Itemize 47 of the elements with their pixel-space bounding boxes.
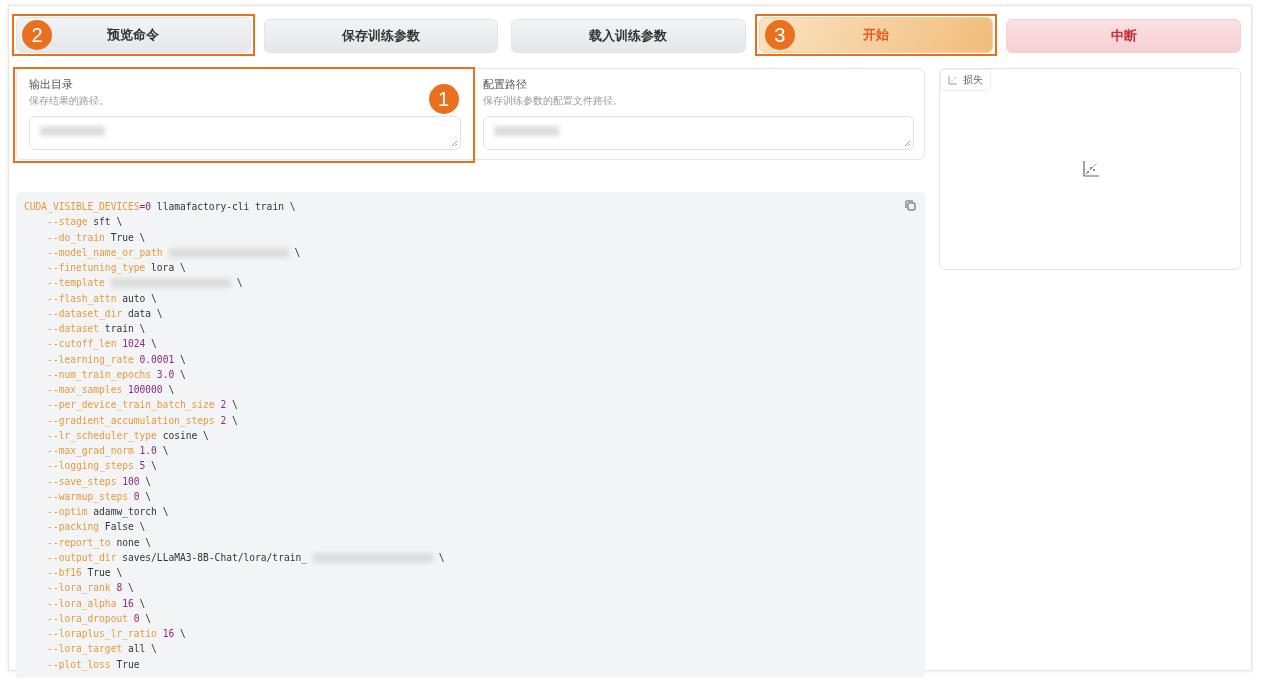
- field-hint: 保存结果的路径。: [29, 94, 109, 108]
- code-line: --stage sft \: [46, 215, 123, 230]
- code-line: --per_device_train_batch_size 2 \: [46, 398, 238, 413]
- field-label: 配置路径: [482, 77, 527, 92]
- code-line: --learning_rate 0.0001 \: [46, 352, 186, 367]
- field-label: 输出目录: [29, 77, 73, 92]
- code-line: CUDA_VISIBLE_DEVICES=0 llamafactory-cli train \: [24, 200, 296, 215]
- code-line: --lr_scheduler_type cosine \: [46, 428, 209, 443]
- resize-grip-icon[interactable]: [904, 140, 911, 147]
- text-area[interactable]: [482, 116, 914, 150]
- text-area[interactable]: [29, 116, 461, 150]
- copy-icon[interactable]: [905, 200, 916, 211]
- action-button[interactable]: 中断: [1006, 19, 1241, 53]
- resize-grip-icon[interactable]: [450, 140, 458, 147]
- code-line: --model_name_or_path \: [46, 245, 301, 260]
- code-line: --finetuning_type lora \: [46, 261, 186, 276]
- code-line: --loraplus_lr_ratio 16 \: [46, 627, 186, 642]
- code-line: --packing False \: [46, 520, 146, 535]
- code-line: --lora_target all \: [46, 642, 157, 657]
- code-line: --plot_loss True: [46, 657, 140, 672]
- action-button[interactable]: 保存训练参数: [263, 19, 499, 53]
- code-line: --flash_attn auto \: [46, 291, 157, 306]
- action-button[interactable]: 载入训练参数: [511, 19, 746, 53]
- code-line: --do_train True \: [46, 230, 146, 245]
- code-line: --save_steps 100 \: [46, 474, 152, 489]
- code-line: --lora_dropout 0 \: [46, 611, 152, 626]
- code-line: --cutoff_len 1024 \: [46, 337, 157, 352]
- field-hint: 保存训练参数的配置文件路径。: [482, 94, 623, 108]
- code-line: --max_samples 100000 \: [46, 383, 175, 398]
- code-line: --num_train_epochs 3.0 \: [46, 367, 186, 382]
- code-line: --bf16 True \: [46, 566, 123, 580]
- code-line: --logging_steps 5 \: [46, 459, 157, 474]
- code-line: --lora_rank 8 \: [46, 581, 134, 596]
- code-line: --dataset_dir data \: [46, 306, 163, 321]
- code-line: --gradient_accumulation_steps 2 \: [46, 413, 238, 428]
- plot-title: 损失: [963, 73, 983, 87]
- code-line: --max_grad_norm 1.0 \: [46, 444, 169, 459]
- code-line: --report_to none \: [46, 535, 152, 550]
- code-line: --warmup_steps 0 \: [46, 489, 152, 504]
- step-badge: 1: [428, 84, 459, 114]
- code-line: --template \: [46, 276, 243, 291]
- empty-chart-icon: [1082, 160, 1100, 178]
- chart-icon: [948, 75, 958, 85]
- code-line: --optim adamw_torch \: [46, 505, 169, 520]
- code-line: --dataset train \: [46, 322, 146, 336]
- code-line: --lora_alpha 16 \: [46, 596, 146, 611]
- code-line: --output_dir saves/LLaMA3-8B-Chat/lora/train_ \: [46, 550, 445, 565]
